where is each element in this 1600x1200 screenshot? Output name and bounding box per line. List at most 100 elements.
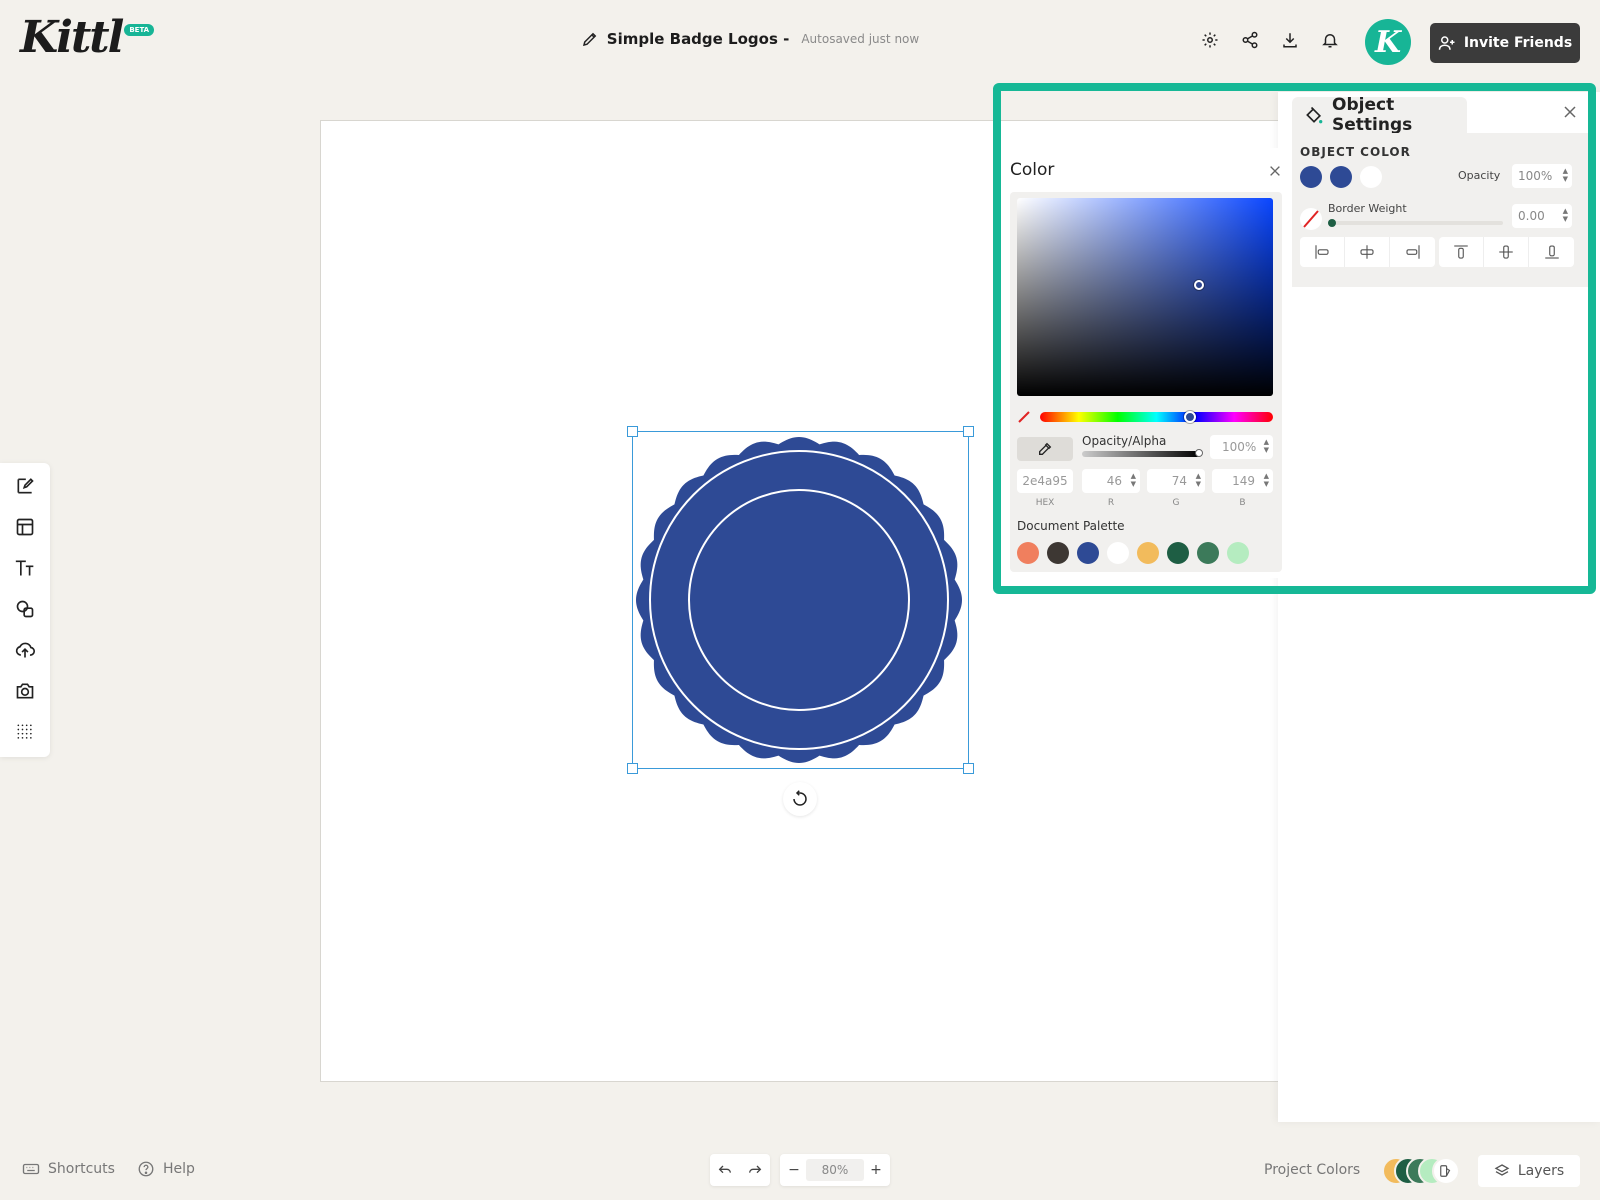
document-palette-label: Document Palette	[1017, 519, 1125, 533]
help-label: Help	[162, 1161, 195, 1177]
help-link[interactable]: Help	[137, 1160, 195, 1178]
upload-tool[interactable]	[12, 637, 38, 663]
resize-handle-top-right[interactable]	[963, 426, 974, 437]
shortcuts-link[interactable]: Shortcuts	[22, 1160, 115, 1178]
saturation-value-area[interactable]	[1017, 198, 1273, 396]
layers-button[interactable]: Layers	[1478, 1155, 1580, 1187]
hue-slider[interactable]	[1040, 411, 1273, 423]
document-name[interactable]: Simple Badge Logos -	[607, 30, 790, 48]
alpha-thumb[interactable]	[1195, 449, 1203, 457]
elements-tool[interactable]	[12, 596, 38, 622]
object-color-swatch[interactable]	[1300, 166, 1322, 188]
align-left-button[interactable]	[1300, 237, 1345, 267]
project-colors-button[interactable]	[1382, 1157, 1460, 1185]
object-color-swatch[interactable]	[1330, 166, 1352, 188]
zoom-in-button[interactable]: +	[868, 1162, 884, 1178]
blue-stepper[interactable]: ▲ ▼	[1264, 472, 1269, 488]
red-input[interactable]: 46 ▲ ▼	[1082, 469, 1140, 493]
green-value: 74	[1171, 474, 1187, 488]
zoom-level[interactable]: 80%	[806, 1159, 864, 1181]
eyedropper-button[interactable]	[1017, 437, 1073, 461]
opacity-input[interactable]: 100% ▲ ▼	[1512, 164, 1572, 188]
border-weight-label: Border Weight	[1328, 202, 1407, 215]
palette-swatch[interactable]	[1197, 542, 1219, 564]
alpha-stepper[interactable]: ▲ ▼	[1264, 438, 1269, 454]
templates-tool[interactable]	[12, 514, 38, 540]
eyedropper-icon	[1039, 442, 1052, 455]
hex-input[interactable]: 2e4a95	[1017, 469, 1073, 493]
settings-gear-icon[interactable]	[1198, 28, 1222, 52]
object-color-label: OBJECT COLOR	[1300, 145, 1411, 159]
align-center-vertical-icon	[1499, 245, 1513, 259]
color-cursor[interactable]	[1194, 280, 1204, 290]
align-top-button[interactable]	[1439, 237, 1484, 267]
user-avatar[interactable]: K	[1365, 19, 1411, 65]
palette-swatch[interactable]	[1137, 542, 1159, 564]
border-weight-thumb[interactable]	[1328, 219, 1336, 227]
alpha-slider[interactable]	[1082, 449, 1203, 457]
palette-swatch[interactable]	[1047, 542, 1069, 564]
close-icon[interactable]	[1268, 164, 1282, 178]
no-color-icon[interactable]	[1017, 410, 1031, 424]
help-icon	[138, 1161, 154, 1177]
align-bottom-button[interactable]	[1529, 237, 1574, 267]
camera-icon	[16, 683, 34, 699]
invite-friends-button[interactable]: Invite Friends	[1430, 23, 1580, 63]
project-colors-label: Project Colors	[1264, 1162, 1361, 1178]
undo-icon[interactable]	[717, 1162, 733, 1178]
photos-tool[interactable]	[12, 678, 38, 704]
green-input[interactable]: 74 ▲ ▼	[1147, 469, 1205, 493]
blue-input[interactable]: 149 ▲ ▼	[1212, 469, 1273, 493]
palette-swatch[interactable]	[1107, 542, 1129, 564]
align-middle-button[interactable]	[1484, 237, 1529, 267]
object-settings-tab[interactable]: Object Settings	[1292, 95, 1467, 135]
palette-swatch[interactable]	[1077, 542, 1099, 564]
border-weight-slider[interactable]	[1328, 219, 1503, 227]
alpha-input[interactable]: 100% ▲ ▼	[1210, 435, 1273, 459]
redo-icon[interactable]	[747, 1162, 763, 1178]
share-icon[interactable]	[1238, 28, 1262, 52]
add-user-icon	[1438, 36, 1455, 50]
rotate-handle[interactable]	[783, 782, 817, 816]
object-settings-panel: Object Settings OBJECT COLOR Opacity 100…	[1278, 92, 1600, 1122]
align-left-icon	[1315, 245, 1329, 259]
align-bottom-icon	[1544, 245, 1559, 259]
bell-icon[interactable]	[1318, 28, 1342, 52]
close-icon[interactable]	[1562, 104, 1578, 120]
align-center-h-button[interactable]	[1345, 237, 1390, 267]
patterns-tool[interactable]	[12, 719, 38, 745]
palette-edit-icon	[1440, 1165, 1451, 1177]
border-color-swatch[interactable]	[1300, 208, 1322, 230]
resize-handle-bottom-right[interactable]	[963, 763, 974, 774]
object-color-swatch[interactable]	[1360, 166, 1382, 188]
palette-swatch[interactable]	[1017, 542, 1039, 564]
layout-icon	[16, 518, 34, 536]
edit-tool[interactable]	[12, 473, 38, 499]
red-stepper[interactable]: ▲ ▼	[1131, 472, 1136, 488]
object-settings-body: OBJECT COLOR Opacity 100% ▲ ▼ Border Weig…	[1292, 133, 1588, 287]
invite-friends-label: Invite Friends	[1463, 35, 1573, 51]
vertical-align-group	[1439, 237, 1574, 267]
selection-box[interactable]	[627, 426, 974, 774]
palette-swatch[interactable]	[1227, 542, 1249, 564]
green-stepper[interactable]: ▲ ▼	[1196, 472, 1201, 488]
hue-thumb[interactable]	[1184, 411, 1196, 423]
palette-swatch[interactable]	[1167, 542, 1189, 564]
border-weight-stepper[interactable]: ▲ ▼	[1563, 207, 1568, 223]
download-icon[interactable]	[1278, 28, 1302, 52]
hex-value: 2e4a95	[1022, 474, 1068, 488]
shapes-icon	[16, 600, 34, 618]
opacity-alpha-label: Opacity/Alpha	[1082, 434, 1167, 448]
keyboard-icon	[22, 1163, 40, 1175]
align-right-button[interactable]	[1390, 237, 1435, 267]
layers-label: Layers	[1517, 1163, 1565, 1179]
text-icon	[15, 560, 34, 576]
resize-handle-bottom-left[interactable]	[627, 763, 638, 774]
zoom-out-button[interactable]: −	[786, 1162, 802, 1178]
opacity-stepper[interactable]: ▲ ▼	[1563, 167, 1568, 183]
project-colors-edit[interactable]	[1432, 1157, 1460, 1185]
border-weight-input[interactable]: 0.00 ▲ ▼	[1512, 204, 1572, 228]
text-tool[interactable]	[12, 555, 38, 581]
blue-caption: B	[1239, 498, 1246, 508]
resize-handle-top-left[interactable]	[627, 426, 638, 437]
